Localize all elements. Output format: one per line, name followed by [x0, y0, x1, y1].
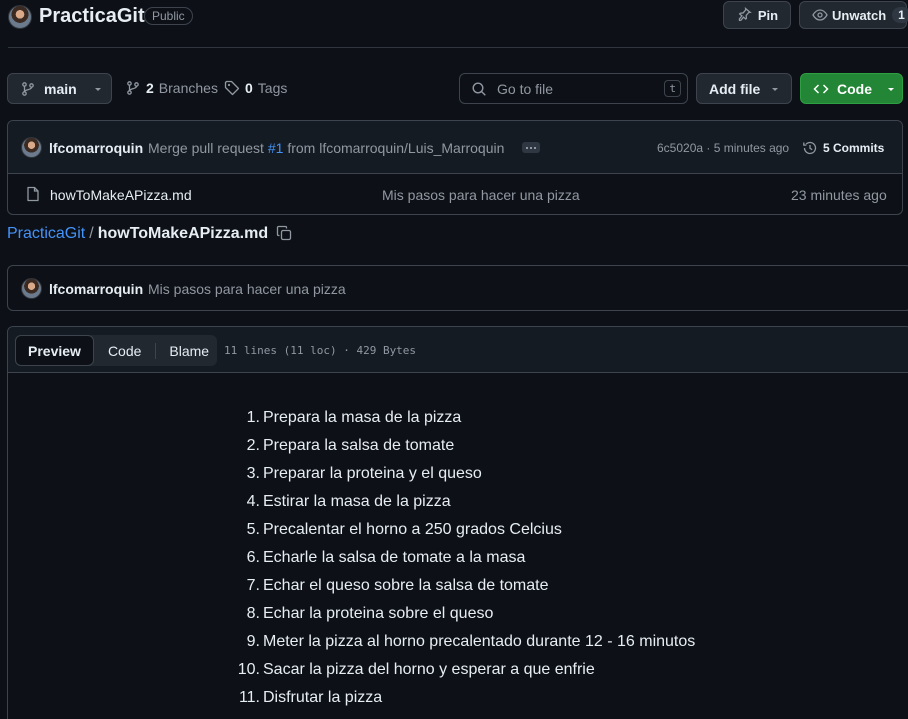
branch-select-button[interactable]: main — [7, 73, 112, 104]
file-commit-time: 23 minutes ago — [791, 187, 887, 203]
list-item: 3. Preparar la proteina y el queso — [246, 465, 482, 482]
add-file-label: Add file — [709, 80, 761, 97]
pin-button[interactable]: Pin — [723, 1, 791, 29]
list-item: 8. Echar la proteina sobre el queso — [246, 605, 494, 622]
chevron-down-icon — [886, 84, 896, 94]
git-branch-icon — [20, 81, 36, 97]
repo-owner-avatar[interactable] — [8, 5, 32, 29]
file-commit-author-avatar[interactable] — [21, 278, 42, 299]
breadcrumb-repo-link[interactable]: PracticaGit — [7, 225, 85, 243]
list-item: 11. Disfrutar la pizza — [238, 689, 383, 706]
list-item: 7. Echar el queso sobre la salsa de tomat… — [246, 577, 549, 594]
code-button[interactable]: Code — [800, 73, 903, 104]
history-icon — [802, 140, 818, 156]
file-meta: 11 lines (11 loc) · 429 Bytes — [224, 344, 417, 357]
pin-icon — [736, 7, 752, 23]
list-item: 1. Prepara la masa de la pizza — [246, 409, 462, 426]
search-placeholder: Go to file — [497, 80, 554, 97]
add-file-button[interactable]: Add file — [696, 73, 792, 104]
copy-path-icon[interactable] — [276, 225, 292, 241]
pin-label: Pin — [757, 7, 779, 23]
commit-sha[interactable]: 6c5020a — [657, 141, 703, 155]
branch-name: main — [44, 80, 77, 97]
file-latest-commit-box: lfcomarroquin Mis pasos para hacer una p… — [7, 265, 908, 311]
go-to-file-input[interactable]: Go to file t — [459, 73, 688, 104]
file-name-link[interactable]: howToMakeAPizza.md — [50, 187, 192, 203]
file-commit-author[interactable]: lfcomarroquin — [49, 281, 143, 297]
tags-count: 0 — [245, 80, 253, 96]
chevron-down-icon — [770, 84, 780, 94]
code-icon — [813, 81, 829, 97]
list-item: 6. Echarle la salsa de tomate a la masa — [246, 549, 526, 566]
file-list-box: lfcomarroquin Merge pull request #1 from… — [7, 120, 903, 215]
tags-link[interactable]: 0 Tags — [224, 80, 287, 96]
code-button-label: Code — [837, 80, 872, 97]
list-item: 5. Precalentar el horno a 250 grados Celc… — [246, 521, 562, 538]
eye-icon — [812, 7, 828, 23]
tab-code[interactable]: Code — [94, 342, 157, 359]
tag-icon — [224, 80, 240, 96]
markdown-ordered-list: 1. Prepara la masa de la pizza 2. Prepara … — [236, 404, 696, 712]
ellipsis-expander-icon[interactable] — [522, 142, 540, 153]
pull-request-link[interactable]: #1 — [268, 140, 284, 156]
branches-label: Branches — [158, 80, 218, 96]
git-branch-icon — [125, 80, 141, 96]
view-mode-tabs: Preview Code Blame — [15, 335, 217, 366]
chevron-down-icon — [93, 84, 103, 94]
file-commit-message-text[interactable]: Mis pasos para hacer una pizza — [148, 281, 346, 297]
tags-label: Tags — [257, 80, 288, 96]
list-item: 2. Prepara la salsa de tomate — [246, 437, 455, 454]
header-divider — [8, 47, 908, 48]
branches-link[interactable]: 2 Branches — [125, 80, 218, 96]
list-item: 10. Sacar la pizza del horno y esperar a … — [237, 661, 595, 678]
commit-message-suffix: from lfcomarroquin/Luis_Marroquin — [287, 140, 505, 156]
breadcrumb-separator: / — [89, 225, 94, 242]
breadcrumb-file: howToMakeAPizza.md — [97, 225, 269, 242]
commit-author-avatar[interactable] — [21, 137, 42, 158]
list-item: 9. Meter la pizza al horno precalentado d… — [246, 633, 696, 650]
unwatch-button[interactable]: Unwatch 1 — [799, 1, 908, 29]
search-icon — [471, 81, 487, 97]
visibility-badge: Public — [144, 7, 193, 25]
repo-name-link[interactable]: PracticaGit — [39, 5, 145, 28]
file-viewer: Preview Code Blame 11 lines (11 loc) · 4… — [7, 326, 908, 719]
tab-preview[interactable]: Preview — [15, 335, 94, 366]
file-icon — [25, 186, 41, 202]
commit-author[interactable]: lfcomarroquin — [49, 140, 143, 156]
watch-count: 1 — [892, 7, 908, 23]
file-commit-message[interactable]: Mis pasos para hacer una pizza — [382, 187, 580, 203]
commit-sha-time[interactable]: 6c5020a · 5 minutes ago — [657, 141, 789, 155]
commit-message-prefix: Merge pull request — [148, 140, 264, 156]
commits-history-link[interactable]: 5 Commits — [802, 140, 884, 156]
tab-blame[interactable]: Blame — [156, 336, 222, 366]
breadcrumb: PracticaGit / howToMakeAPizza.md — [7, 225, 268, 243]
branches-count: 2 — [146, 80, 154, 96]
file-row[interactable]: howToMakeAPizza.md Mis pasos para hacer … — [8, 174, 902, 215]
commit-message[interactable]: Merge pull request #1 from lfcomarroquin… — [148, 140, 504, 156]
commits-label: 5 Commits — [823, 141, 885, 155]
list-item: 4. Estirar la masa de la pizza — [246, 493, 451, 510]
unwatch-label: Unwatch — [832, 7, 887, 23]
search-shortcut-key: t — [664, 80, 681, 97]
commit-time: · 5 minutes ago — [706, 141, 790, 155]
